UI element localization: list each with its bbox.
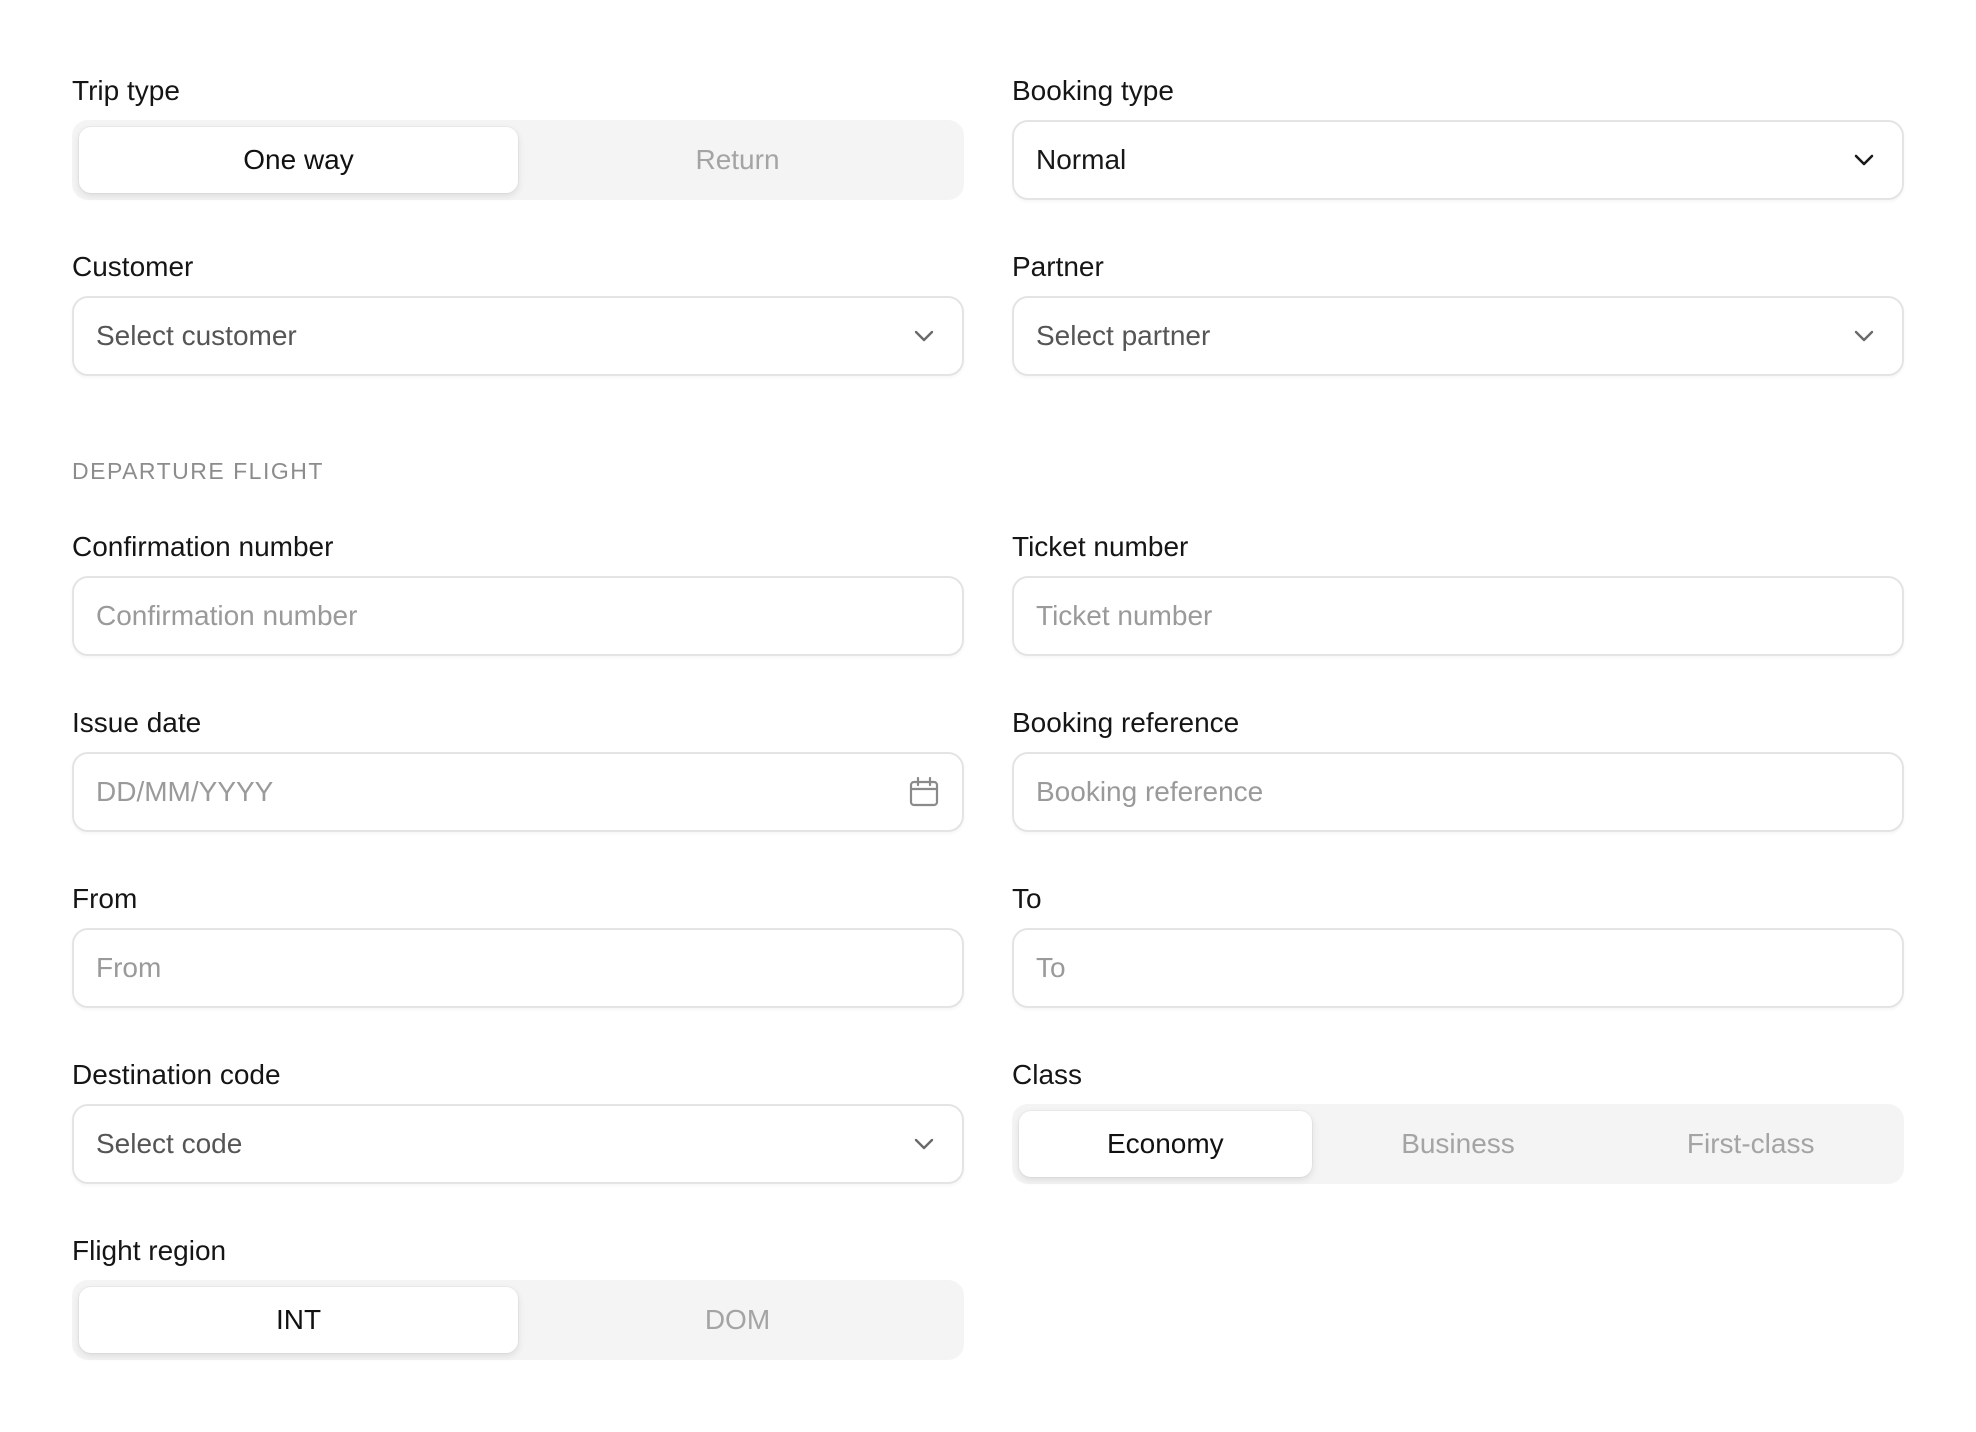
flight-region-option-dom[interactable]: DOM [518,1287,957,1353]
trip-type-option-return[interactable]: Return [518,127,957,193]
chevron-down-icon [1848,320,1880,352]
partner-select[interactable]: Select partner [1012,296,1904,376]
class-label: Class [1012,1059,1083,1090]
booking-type-select[interactable]: Normal [1012,120,1904,200]
class-option-business[interactable]: Business [1312,1111,1605,1177]
ticket-number-placeholder: Ticket number [1036,600,1213,631]
to-input[interactable]: To [1012,928,1904,1008]
customer-select[interactable]: Select customer [72,296,964,376]
issue-date-label: Issue date [72,707,202,738]
from-input[interactable]: From [72,928,964,1008]
ticket-number-label: Ticket number [1012,531,1189,562]
from-placeholder: From [96,952,162,983]
departure-flight-section-title: DEPARTURE FLIGHT [72,458,324,484]
class-option-economy[interactable]: Economy [1019,1111,1312,1177]
destination-code-placeholder: Select code [96,1128,243,1159]
trip-type-option-one-way[interactable]: One way [79,127,518,193]
booking-type-label: Booking type [1012,75,1174,106]
booking-reference-label: Booking reference [1012,707,1240,738]
issue-date-placeholder: DD/MM/YYYY [96,776,274,807]
trip-type-label: Trip type [72,75,180,106]
calendar-icon[interactable] [908,776,940,808]
booking-form-card: Trip type One way Return Booking type No… [0,0,1976,1432]
destination-code-label: Destination code [72,1059,281,1090]
customer-placeholder: Select customer [96,320,297,351]
chevron-down-icon [1848,144,1880,176]
issue-date-input[interactable]: DD/MM/YYYY [72,752,964,832]
class-option-first-class[interactable]: First-class [1604,1111,1897,1177]
confirmation-number-input[interactable]: Confirmation number [72,576,964,656]
flight-region-option-int[interactable]: INT [79,1287,518,1353]
confirmation-number-placeholder: Confirmation number [96,600,358,631]
from-label: From [72,883,138,914]
partner-placeholder: Select partner [1036,320,1211,351]
ticket-number-input[interactable]: Ticket number [1012,576,1904,656]
booking-reference-placeholder: Booking reference [1036,776,1264,807]
customer-label: Customer [72,251,194,282]
chevron-down-icon [908,320,940,352]
flight-region-label: Flight region [72,1235,227,1266]
booking-type-value: Normal [1036,144,1127,175]
class-segmented-control: Economy Business First-class [1012,1104,1904,1184]
to-label: To [1012,883,1042,914]
to-placeholder: To [1036,952,1066,983]
destination-code-select[interactable]: Select code [72,1104,964,1184]
booking-reference-input[interactable]: Booking reference [1012,752,1904,832]
chevron-down-icon [908,1128,940,1160]
flight-region-segmented-control: INT DOM [72,1280,964,1360]
trip-type-segmented-control: One way Return [72,120,964,200]
confirmation-number-label: Confirmation number [72,531,334,562]
partner-label: Partner [1012,251,1104,282]
